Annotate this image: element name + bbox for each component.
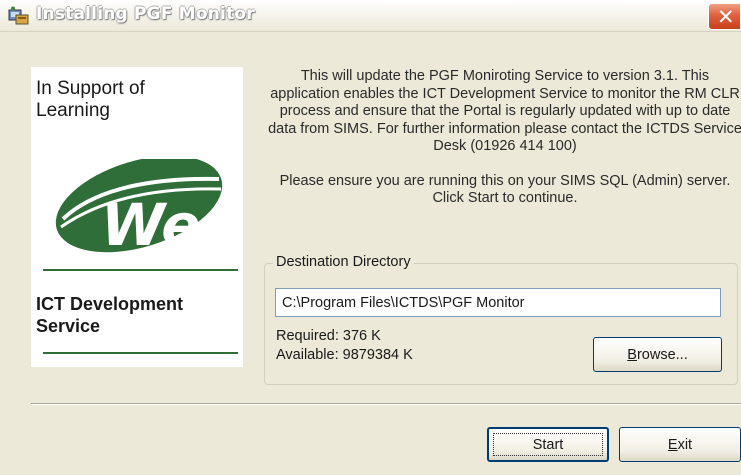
installer-window: Installing PGF Monitor ✕ In Support of L… bbox=[0, 0, 741, 475]
wes-wordmark: Wes bbox=[101, 191, 229, 259]
title-bar[interactable]: Installing PGF Monitor ✕ bbox=[0, 0, 741, 32]
close-button[interactable]: ✕ bbox=[708, 3, 741, 30]
description-paragraph-1: This will update the PGF Moniroting Serv… bbox=[268, 68, 741, 154]
description-paragraph-2: Please ensure you are running this on yo… bbox=[279, 172, 731, 207]
close-icon: ✕ bbox=[717, 5, 735, 29]
browse-button[interactable]: Browse... bbox=[593, 337, 722, 372]
installer-app-icon bbox=[8, 6, 29, 25]
required-space: Required: 376 K bbox=[276, 328, 381, 344]
logo-service-name: ICT Development Service bbox=[36, 294, 184, 336]
wes-logo-panel: In Support of Learning Wes ICT Developme… bbox=[31, 67, 243, 367]
footer-separator bbox=[31, 403, 741, 405]
logo-divider-bottom bbox=[43, 352, 238, 354]
destination-legend: Destination Directory bbox=[273, 254, 414, 270]
start-button[interactable]: Start bbox=[487, 427, 609, 462]
logo-divider-top bbox=[43, 269, 238, 271]
available-space: Available: 9879384 K bbox=[276, 347, 413, 363]
exit-button[interactable]: Exit bbox=[619, 427, 741, 462]
window-title: Installing PGF Monitor bbox=[36, 4, 255, 24]
destination-path-input[interactable] bbox=[275, 288, 721, 317]
description-text: This will update the PGF Moniroting Serv… bbox=[268, 68, 741, 208]
focus-rectangle bbox=[493, 433, 603, 456]
logo-tagline: In Support of Learning bbox=[36, 78, 145, 121]
wes-logo-icon: Wes bbox=[55, 159, 229, 259]
